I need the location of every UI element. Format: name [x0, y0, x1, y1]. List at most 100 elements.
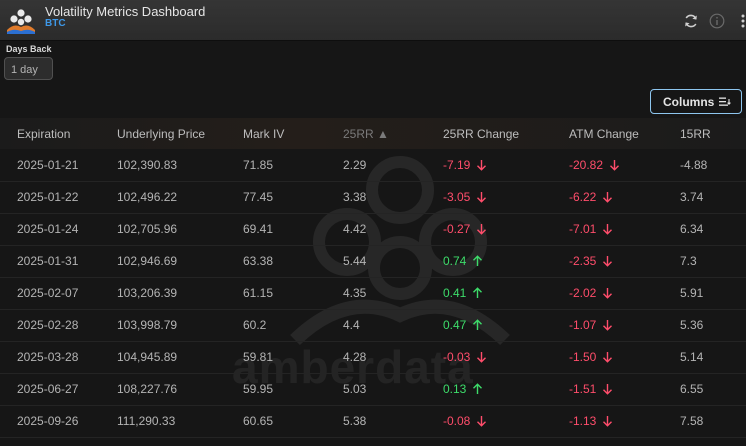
arrow-down-icon — [477, 160, 487, 171]
cell-25rr-change: 0.47 — [443, 318, 483, 332]
days-back-select[interactable]: 1 day — [4, 57, 53, 80]
arrow-down-icon — [477, 192, 487, 203]
cell-atm-change: -1.13 — [569, 414, 613, 428]
arrow-up-icon — [473, 287, 483, 298]
table-row[interactable]: 2025-01-22 102,496.22 77.45 3.38 -3.05 -6.22 3… — [0, 181, 746, 214]
cell-15rr: 5.36 — [680, 318, 704, 332]
cell-15rr: 7.58 — [680, 414, 704, 428]
arrow-down-icon — [603, 320, 613, 331]
cell-underlying-price: 102,946.69 — [117, 254, 178, 268]
cell-25rr: 4.35 — [343, 286, 367, 300]
arrow-down-icon — [603, 288, 613, 299]
column-header-25rr-change[interactable]: 25RR Change — [443, 127, 519, 141]
sort-ascending-icon: ▲ — [373, 127, 389, 141]
cell-mark-iv: 59.95 — [243, 382, 274, 396]
cell-mark-iv: 69.41 — [243, 222, 274, 236]
cell-25rr-change: 0.41 — [443, 286, 483, 300]
cell-underlying-price: 102,390.83 — [117, 158, 178, 172]
window-header: Volatility Metrics Dashboard BTC — [0, 0, 746, 41]
table-row[interactable]: 2025-09-26 111,290.33 60.65 5.38 -0.08 -1.13 7… — [0, 405, 746, 438]
cell-25rr-change: 0.74 — [443, 254, 483, 268]
cell-atm-change-value: -1.50 — [569, 350, 597, 364]
cell-25rr: 4.4 — [343, 318, 360, 332]
column-header-25rr[interactable]: 25RR ▲ — [343, 127, 389, 141]
table-header: Expiration Underlying Price Mark IV 25RR… — [0, 118, 746, 149]
cell-25rr: 3.38 — [343, 190, 367, 204]
arrow-down-icon — [603, 224, 613, 235]
cell-25rr-change-value: 0.47 — [443, 318, 467, 332]
cell-atm-change: -1.07 — [569, 318, 613, 332]
table-row[interactable]: 2025-06-27 108,227.76 59.95 5.03 0.13 -1.51 6.… — [0, 373, 746, 406]
cell-15rr: 5.14 — [680, 350, 704, 364]
cell-mark-iv: 60.65 — [243, 414, 274, 428]
cell-underlying-price: 102,705.96 — [117, 222, 178, 236]
column-header-underlying-price[interactable]: Underlying Price — [117, 127, 205, 141]
more-vertical-icon[interactable] — [735, 13, 746, 29]
arrow-up-icon — [473, 255, 483, 266]
table-row[interactable]: 2025-02-28 103,998.79 60.2 4.4 0.47 -1.07 5.36 — [0, 309, 746, 342]
cell-mark-iv: 63.38 — [243, 254, 274, 268]
column-header-mark-iv[interactable]: Mark IV — [243, 127, 284, 141]
cell-25rr-change: -0.27 — [443, 222, 487, 236]
cell-15rr: -4.88 — [680, 158, 708, 172]
cell-25rr-change-value: -0.03 — [443, 350, 471, 364]
columns-button[interactable]: Columns — [650, 89, 742, 114]
info-icon[interactable] — [709, 13, 725, 29]
cell-25rr-change: -0.03 — [443, 350, 487, 364]
cell-atm-change: -2.02 — [569, 286, 613, 300]
cell-expiration: 2025-06-27 — [17, 382, 79, 396]
refresh-icon[interactable] — [683, 13, 699, 29]
table-row[interactable]: 2025-02-07 103,206.39 61.15 4.35 0.41 -2.02 5.… — [0, 277, 746, 310]
arrow-up-icon — [473, 319, 483, 330]
arrow-down-icon — [603, 256, 613, 267]
column-header-25rr-label: 25RR — [343, 127, 374, 141]
cell-expiration: 2025-02-07 — [17, 286, 79, 300]
amberdata-logo-icon — [7, 9, 35, 34]
cell-25rr: 5.44 — [343, 254, 367, 268]
cell-atm-change: -6.22 — [569, 190, 613, 204]
cell-25rr-change-value: 0.41 — [443, 286, 467, 300]
cell-15rr: 3.74 — [680, 190, 704, 204]
cell-expiration: 2025-02-28 — [17, 318, 79, 332]
cell-mark-iv: 71.85 — [243, 158, 274, 172]
cell-25rr-change: 0.13 — [443, 382, 483, 396]
table-row[interactable]: 2025-01-21 102,390.83 71.85 2.29 -7.19 -20.82… — [0, 149, 746, 182]
arrow-down-icon — [477, 352, 487, 363]
cell-atm-change: -1.50 — [569, 350, 613, 364]
table-row[interactable]: 2025-01-31 102,946.69 63.38 5.44 0.74 -2.35 7.… — [0, 245, 746, 278]
cell-25rr: 4.42 — [343, 222, 367, 236]
cell-underlying-price: 111,290.33 — [117, 414, 176, 428]
cell-expiration: 2025-01-31 — [17, 254, 79, 268]
cell-expiration: 2025-01-24 — [17, 222, 79, 236]
cell-25rr: 5.03 — [343, 382, 367, 396]
cell-atm-change: -7.01 — [569, 222, 613, 236]
table-row[interactable]: 2025-03-28 104,945.89 59.81 4.28 -0.03 -1.50 5… — [0, 341, 746, 374]
cell-expiration: 2025-01-21 — [17, 158, 79, 172]
cell-expiration: 2025-01-22 — [17, 190, 79, 204]
arrow-down-icon — [477, 416, 487, 427]
cell-25rr-change: -7.19 — [443, 158, 487, 172]
cell-underlying-price: 104,945.89 — [117, 350, 178, 364]
cell-25rr-change-value: -0.27 — [443, 222, 471, 236]
cell-25rr-change-value: -3.05 — [443, 190, 471, 204]
column-header-15rr[interactable]: 15RR — [680, 127, 711, 141]
asset-label: BTC — [45, 18, 66, 29]
cell-atm-change-value: -6.22 — [569, 190, 597, 204]
cell-atm-change-value: -2.02 — [569, 286, 597, 300]
cell-atm-change-value: -20.82 — [569, 158, 604, 172]
cell-15rr: 5.91 — [680, 286, 704, 300]
cell-25rr-change: -3.05 — [443, 190, 487, 204]
columns-button-label: Columns — [663, 95, 715, 109]
cell-25rr-change-value: -0.08 — [443, 414, 471, 428]
cell-mark-iv: 60.2 — [243, 318, 267, 332]
cell-25rr: 5.38 — [343, 414, 367, 428]
column-header-atm-change[interactable]: ATM Change — [569, 127, 639, 141]
cell-25rr: 2.29 — [343, 158, 367, 172]
cell-mark-iv: 59.81 — [243, 350, 274, 364]
column-header-expiration[interactable]: Expiration — [17, 127, 70, 141]
table-row[interactable]: 2025-01-24 102,705.96 69.41 4.42 -0.27 -7.01 6… — [0, 213, 746, 246]
columns-list-icon — [719, 97, 731, 106]
cell-underlying-price: 102,496.22 — [117, 190, 178, 204]
cell-25rr-change-value: 0.13 — [443, 382, 467, 396]
arrow-down-icon — [603, 192, 613, 203]
